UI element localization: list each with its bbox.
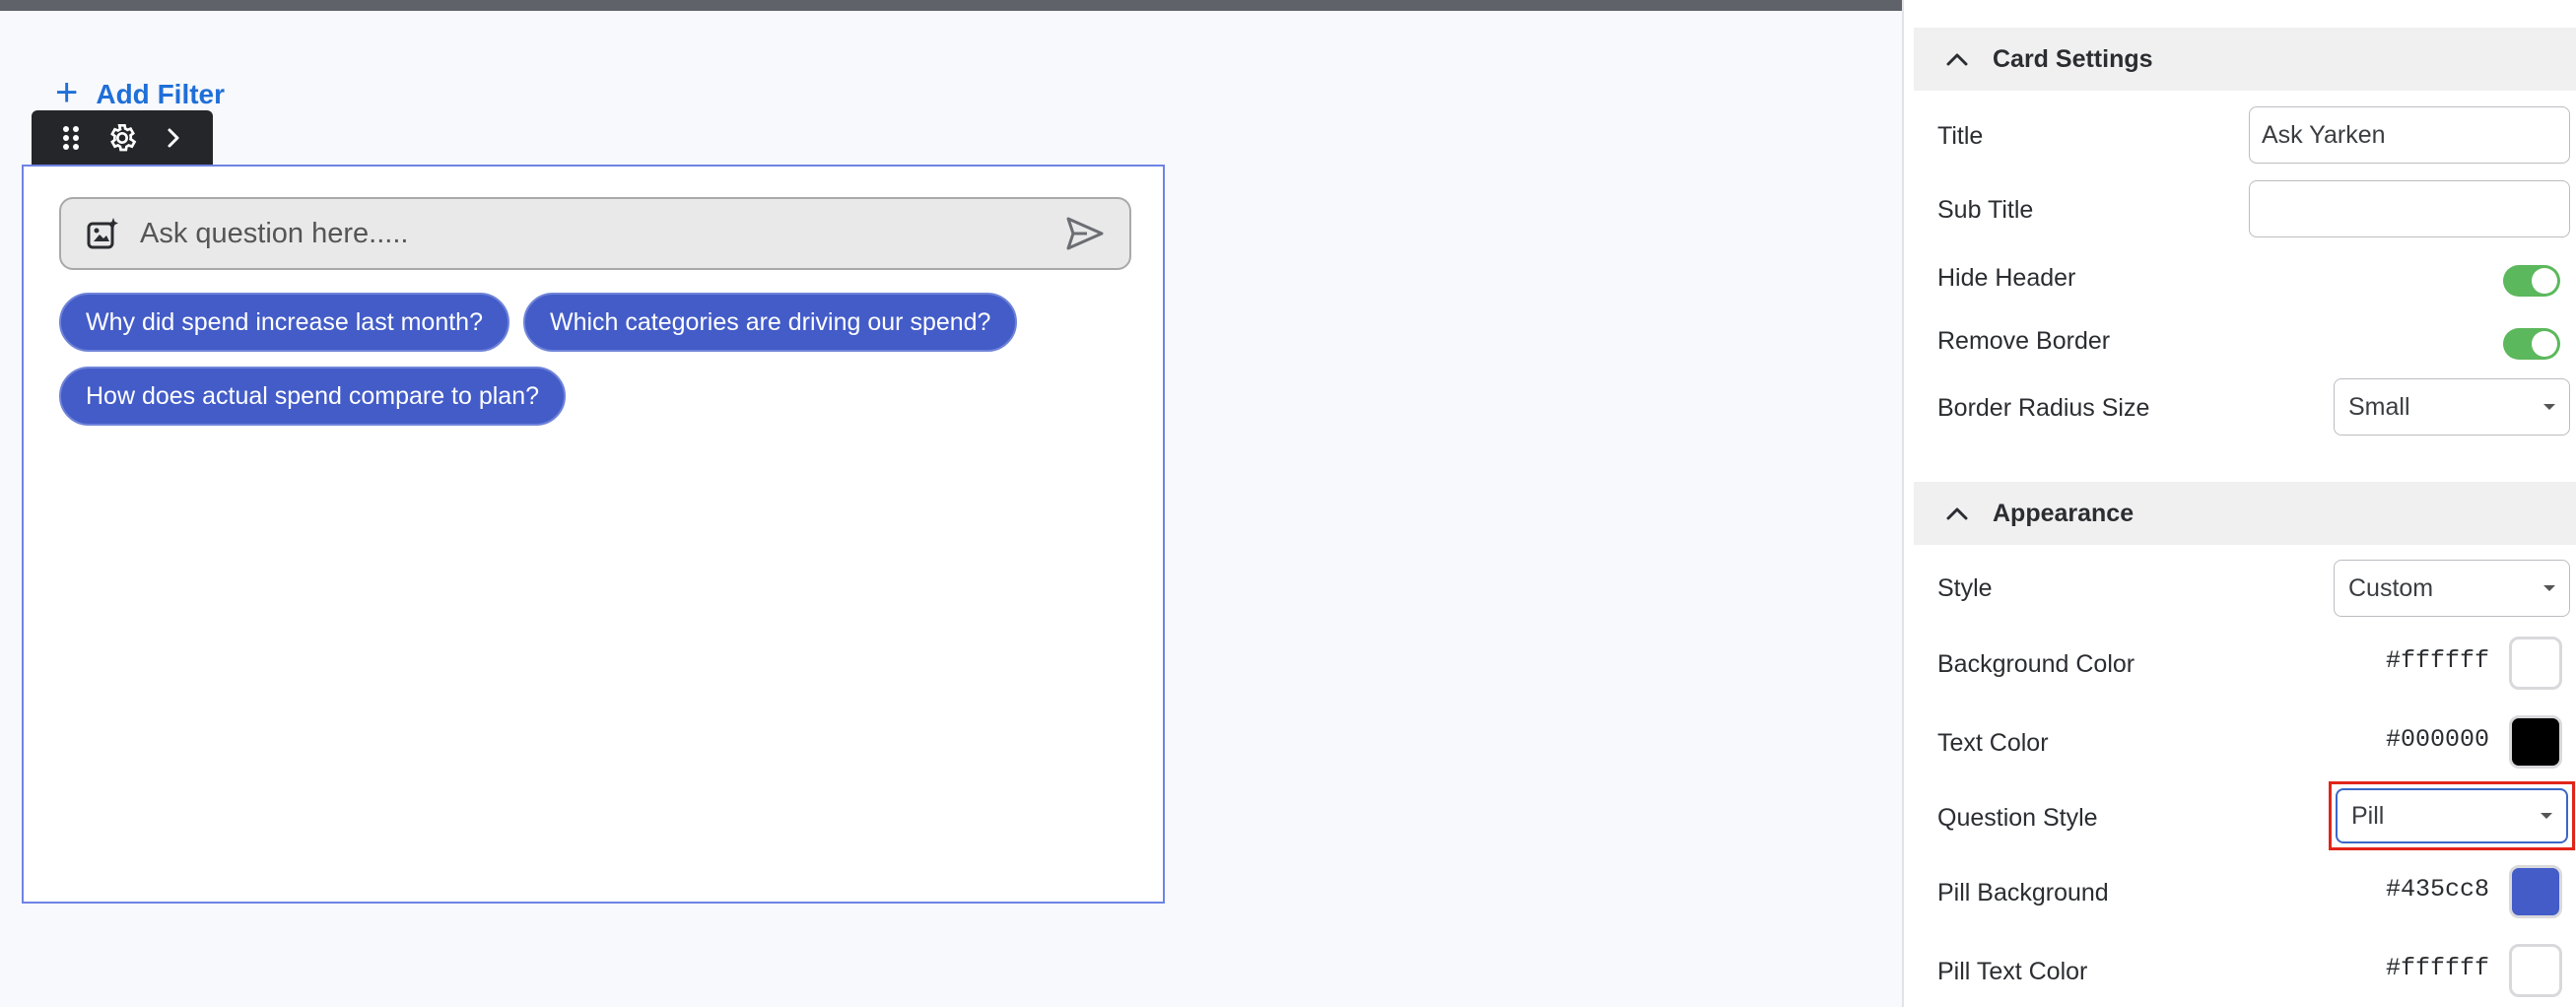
settings-panel: Card Settings Title Sub Title Hide Heade… (1902, 0, 2576, 1007)
border-radius-label: Border Radius Size (1937, 394, 2150, 422)
question-style-label: Question Style (1937, 804, 2098, 832)
subtitle-input[interactable] (2249, 180, 2570, 237)
toggle-knob (2532, 331, 2557, 357)
style-label: Style (1937, 574, 1993, 602)
card-toolbar (32, 110, 213, 166)
top-bar (0, 0, 1902, 11)
question-pill[interactable]: Which categories are driving our spend? (523, 293, 1018, 352)
text-color-label: Text Color (1937, 729, 2049, 757)
background-color-hex: #ffffff (2385, 646, 2489, 675)
ask-question-input[interactable] (140, 217, 1062, 250)
title-input[interactable] (2249, 106, 2570, 164)
gear-icon[interactable] (102, 118, 142, 158)
text-color-swatch[interactable] (2509, 715, 2562, 769)
selection-highlight (2329, 781, 2575, 850)
remove-border-toggle[interactable] (2503, 328, 2560, 360)
background-color-swatch[interactable] (2509, 637, 2562, 690)
caret-down-icon (2543, 585, 2555, 591)
ask-input-box[interactable] (59, 197, 1131, 270)
border-radius-select[interactable]: Small (2334, 378, 2570, 436)
title-label: Title (1937, 122, 1984, 150)
pill-text-color-hex: #ffffff (2385, 954, 2489, 982)
style-select[interactable]: Custom (2334, 560, 2570, 617)
drag-handle-icon[interactable] (51, 118, 91, 158)
send-icon[interactable] (1062, 211, 1108, 256)
pill-text-color-swatch[interactable] (2509, 944, 2562, 997)
appearance-header[interactable]: Appearance (1914, 482, 2576, 545)
border-radius-value: Small (2348, 392, 2410, 421)
remove-border-label: Remove Border (1937, 327, 2111, 355)
pill-background-label: Pill Background (1937, 879, 2109, 906)
image-sparkle-icon[interactable] (83, 214, 122, 253)
subtitle-label: Sub Title (1937, 196, 2034, 224)
ask-card[interactable]: Why did spend increase last month? Which… (22, 165, 1165, 904)
hide-header-label: Hide Header (1937, 264, 2076, 292)
hide-header-toggle[interactable] (2503, 265, 2560, 297)
chevron-up-icon (1943, 500, 1971, 527)
suggested-questions: Why did spend increase last month? Which… (59, 293, 1143, 426)
toggle-knob (2532, 268, 2557, 294)
card-settings-title: Card Settings (1993, 44, 2153, 73)
appearance-title: Appearance (1993, 499, 2135, 527)
question-pill[interactable]: Why did spend increase last month? (59, 293, 509, 352)
card-settings-header[interactable]: Card Settings (1914, 28, 2576, 91)
background-color-label: Background Color (1937, 650, 2135, 678)
add-filter-label: Add Filter (96, 79, 226, 109)
style-value: Custom (2348, 573, 2434, 602)
question-pill[interactable]: How does actual spend compare to plan? (59, 367, 567, 426)
pill-text-color-label: Pill Text Color (1937, 958, 2088, 985)
text-color-hex: #000000 (2385, 725, 2489, 754)
chevron-right-icon[interactable] (154, 118, 193, 158)
pill-background-hex: #435cc8 (2385, 875, 2489, 904)
pill-background-swatch[interactable] (2509, 865, 2562, 918)
chevron-up-icon (1943, 45, 1971, 73)
plus-icon: + (55, 71, 79, 114)
caret-down-icon (2543, 404, 2555, 410)
add-filter-button[interactable]: + Add Filter (55, 73, 226, 112)
